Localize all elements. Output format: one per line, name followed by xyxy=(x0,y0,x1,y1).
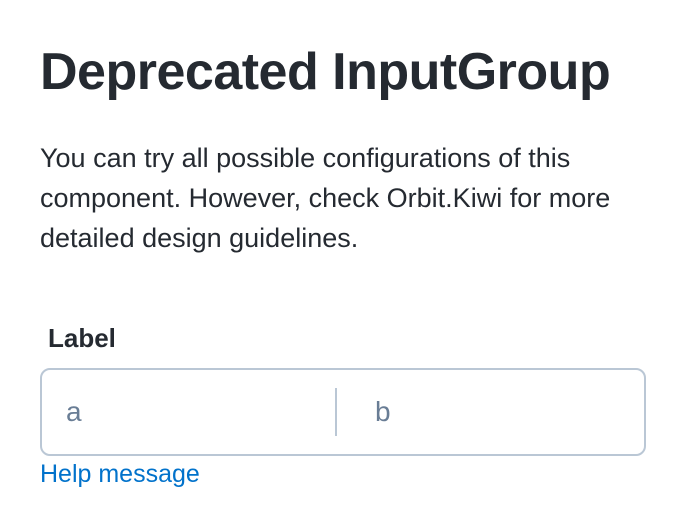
input-group xyxy=(40,368,646,456)
page-description: You can try all possible configurations … xyxy=(40,143,611,253)
page-title: Deprecated InputGroup xyxy=(40,43,611,101)
input-field-a[interactable] xyxy=(42,382,335,442)
help-message: Help message xyxy=(40,460,200,488)
input-field-b[interactable] xyxy=(337,382,644,442)
input-group-label: Label xyxy=(48,323,116,353)
